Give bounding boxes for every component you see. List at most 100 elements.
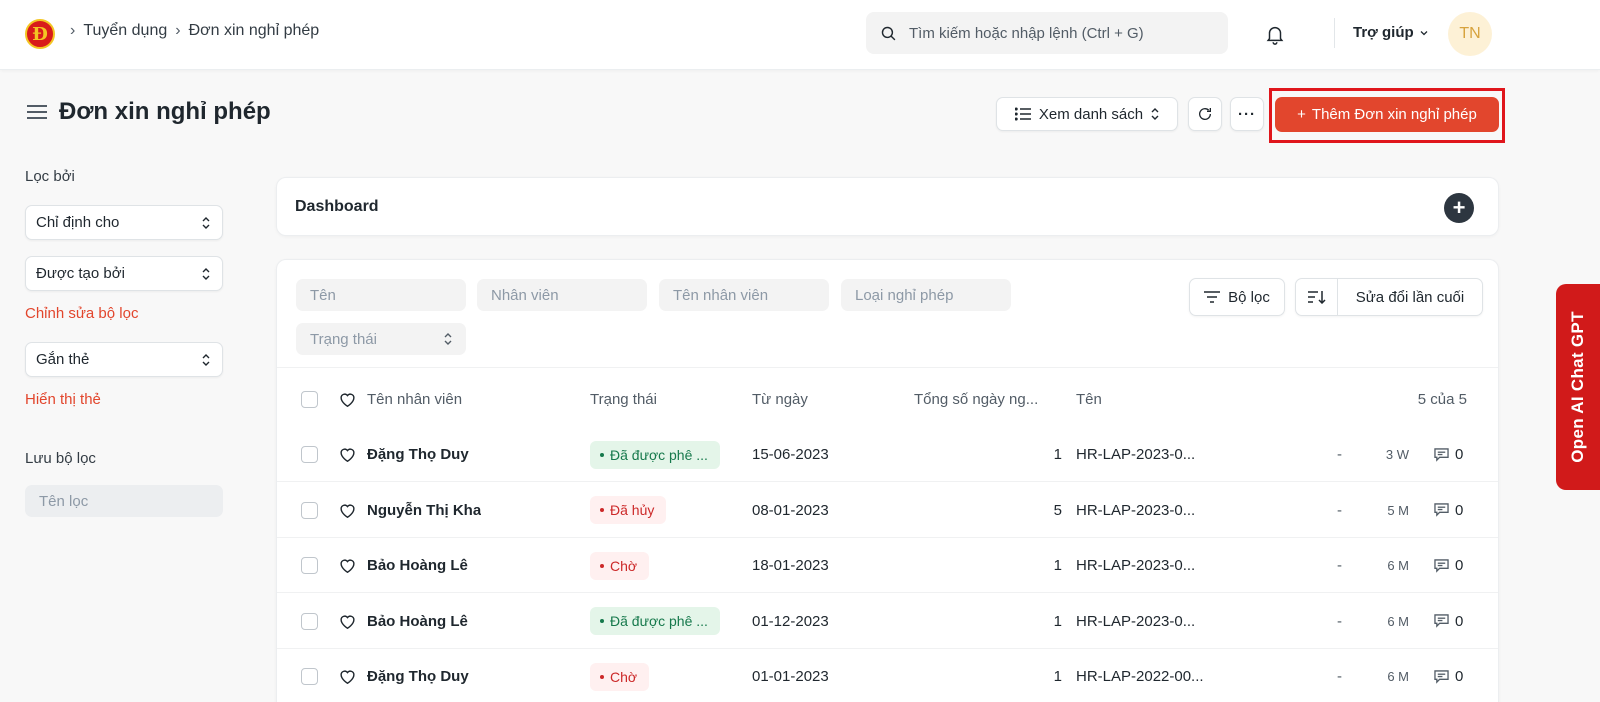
status-text: Đã hủy	[610, 502, 655, 518]
row-comments[interactable]: 0	[1434, 594, 1463, 649]
app-logo[interactable]: Đ	[25, 19, 55, 49]
table-row[interactable]: Nguyễn Thị Kha Đã hủy 08-01-2023 5 HR-LAP-20…	[277, 483, 1498, 538]
refresh-icon	[1199, 108, 1211, 120]
row-checkbox[interactable]	[301, 612, 318, 630]
row-checkbox[interactable]	[301, 501, 318, 519]
row-name[interactable]: HR-LAP-2023-0...	[1076, 483, 1195, 538]
heart-icon[interactable]	[339, 447, 356, 462]
comment-icon	[1434, 558, 1449, 573]
avatar[interactable]: TN	[1448, 12, 1492, 56]
save-filter-label: Lưu bộ lọc	[25, 450, 96, 467]
row-comments[interactable]: 0	[1434, 427, 1463, 482]
filter-status-select[interactable]: Trạng thái	[296, 323, 466, 355]
filter-by-label: Lọc bởi	[25, 168, 75, 185]
row-from-date: 01-12-2023	[752, 612, 829, 630]
tags-select[interactable]: Gắn thẻ	[25, 342, 223, 377]
add-dashboard-icon[interactable]: +	[1444, 193, 1474, 223]
sidebar-toggle-icon[interactable]	[27, 104, 47, 120]
column-name[interactable]: Tên	[1076, 372, 1102, 427]
search-input[interactable]	[909, 24, 1209, 42]
comment-icon	[1434, 447, 1449, 462]
breadcrumb-item-recruitment[interactable]: Tuyển dụng	[83, 22, 167, 40]
filter-name-field[interactable]: Tên	[296, 279, 466, 311]
heart-icon[interactable]	[339, 669, 356, 684]
row-dash: -	[1337, 501, 1342, 519]
select-arrows-icon	[202, 267, 210, 280]
table-row[interactable]: Bảo Hoàng Lê Đã được phê ... 01-12-2023 1 HR…	[277, 594, 1498, 649]
sort-selector: Sửa đổi lần cuối	[1295, 278, 1483, 316]
created-by-select[interactable]: Được tạo bởi	[25, 256, 223, 291]
row-name[interactable]: HR-LAP-2023-0...	[1076, 427, 1195, 482]
status-badge: Đã được phê ...	[590, 440, 720, 469]
row-comments[interactable]: 0	[1434, 538, 1463, 593]
filter-name-input[interactable]: Tên lọc	[25, 485, 223, 517]
help-dropdown[interactable]: Trợ giúp	[1353, 24, 1430, 41]
edit-filters-link[interactable]: Chỉnh sửa bộ lọc	[25, 305, 138, 322]
select-arrows-icon	[444, 333, 452, 345]
view-switcher-button[interactable]: Xem danh sách	[996, 97, 1178, 131]
column-status[interactable]: Trạng thái	[590, 372, 657, 427]
comment-count: 0	[1455, 612, 1464, 630]
row-employee-name[interactable]: Đặng Thọ Duy	[367, 427, 469, 482]
column-employee-name[interactable]: Tên nhân viên	[367, 372, 462, 427]
filter-employee-field[interactable]: Nhân viên	[477, 279, 647, 311]
search-bar[interactable]	[866, 12, 1228, 54]
assigned-to-select[interactable]: Chỉ định cho	[25, 205, 223, 240]
row-checkbox[interactable]	[301, 557, 318, 574]
status-badge: Đã được phê ...	[590, 607, 720, 635]
heart-icon[interactable]	[339, 392, 356, 407]
row-employee-name[interactable]: Bảo Hoàng Lê	[367, 538, 468, 593]
chat-gpt-tab[interactable]: Open AI Chat GPT	[1556, 284, 1600, 490]
row-modified: 5 M	[1387, 502, 1409, 518]
search-icon	[881, 26, 896, 40]
record-count: 5 của 5	[1417, 391, 1467, 408]
select-all-checkbox[interactable]	[301, 391, 318, 408]
row-comments[interactable]: 0	[1434, 483, 1463, 538]
chevron-down-icon	[1420, 30, 1428, 35]
table-row[interactable]: Đặng Thọ Duy Đã được phê ... 15-06-2023 1 HR…	[277, 427, 1498, 482]
status-dot	[600, 508, 604, 512]
row-checkbox[interactable]	[301, 446, 318, 463]
row-name[interactable]: HR-LAP-2023-0...	[1076, 594, 1195, 649]
row-dash: -	[1337, 557, 1342, 574]
breadcrumb-item-leave-application[interactable]: Đơn xin nghỉ phép	[189, 22, 320, 40]
list-card: Tên Nhân viên Tên nhân viên Loại nghỉ ph…	[276, 259, 1499, 702]
table-row[interactable]: Đặng Thọ Duy Chờ 01-01-2023 1 HR-LAP-2022-00…	[277, 649, 1498, 702]
filter-button[interactable]: Bộ lọc	[1189, 278, 1285, 316]
sort-field-button[interactable]: Sửa đổi lần cuối	[1338, 289, 1482, 306]
row-total-days: 5	[1053, 501, 1062, 519]
chevron-right-icon: ›	[70, 22, 76, 39]
heart-icon[interactable]	[339, 558, 356, 573]
row-modified: 6 M	[1387, 669, 1409, 684]
row-employee-name[interactable]: Đặng Thọ Duy	[367, 649, 469, 702]
show-tags-link[interactable]: Hiển thị thẻ	[25, 391, 101, 408]
heart-icon[interactable]	[339, 503, 356, 518]
bell-icon[interactable]	[1264, 22, 1286, 46]
add-leave-application-button[interactable]: + Thêm Đơn xin nghỉ phép	[1275, 97, 1499, 132]
status-text: Chờ	[610, 668, 638, 685]
row-checkbox[interactable]	[301, 668, 318, 685]
filter-leave-type-field[interactable]: Loại nghỉ phép	[841, 279, 1011, 311]
status-badge: Chờ	[590, 551, 650, 580]
row-employee-name[interactable]: Bảo Hoàng Lê	[367, 594, 468, 649]
row-name[interactable]: HR-LAP-2022-00...	[1076, 649, 1204, 702]
add-leave-application-label: Thêm Đơn xin nghỉ phép	[1311, 106, 1477, 123]
dashboard-card[interactable]: Dashboard +	[276, 177, 1499, 236]
chat-gpt-label: Open AI Chat GPT	[1568, 311, 1587, 463]
filter-employee-name-field[interactable]: Tên nhân viên	[659, 279, 829, 311]
sort-direction-button[interactable]	[1296, 279, 1338, 315]
page-title: Đơn xin nghỉ phép	[59, 98, 271, 125]
row-employee-name[interactable]: Nguyễn Thị Kha	[367, 483, 481, 538]
column-from-date[interactable]: Từ ngày	[752, 372, 808, 427]
status-badge: Chờ	[590, 662, 650, 691]
table-row[interactable]: Bảo Hoàng Lê Chờ 18-01-2023 1 HR-LAP-2023-0.…	[277, 538, 1498, 593]
row-from-date: 01-01-2023	[752, 668, 829, 685]
refresh-button[interactable]	[1188, 97, 1222, 131]
row-from-date: 18-01-2023	[752, 557, 829, 574]
column-total-days[interactable]: Tổng số ngày ng...	[914, 372, 1038, 427]
help-label: Trợ giúp	[1353, 24, 1414, 41]
row-name[interactable]: HR-LAP-2023-0...	[1076, 538, 1195, 593]
row-comments[interactable]: 0	[1434, 649, 1463, 702]
heart-icon[interactable]	[339, 614, 356, 629]
more-actions-button[interactable]: ···	[1230, 97, 1264, 131]
